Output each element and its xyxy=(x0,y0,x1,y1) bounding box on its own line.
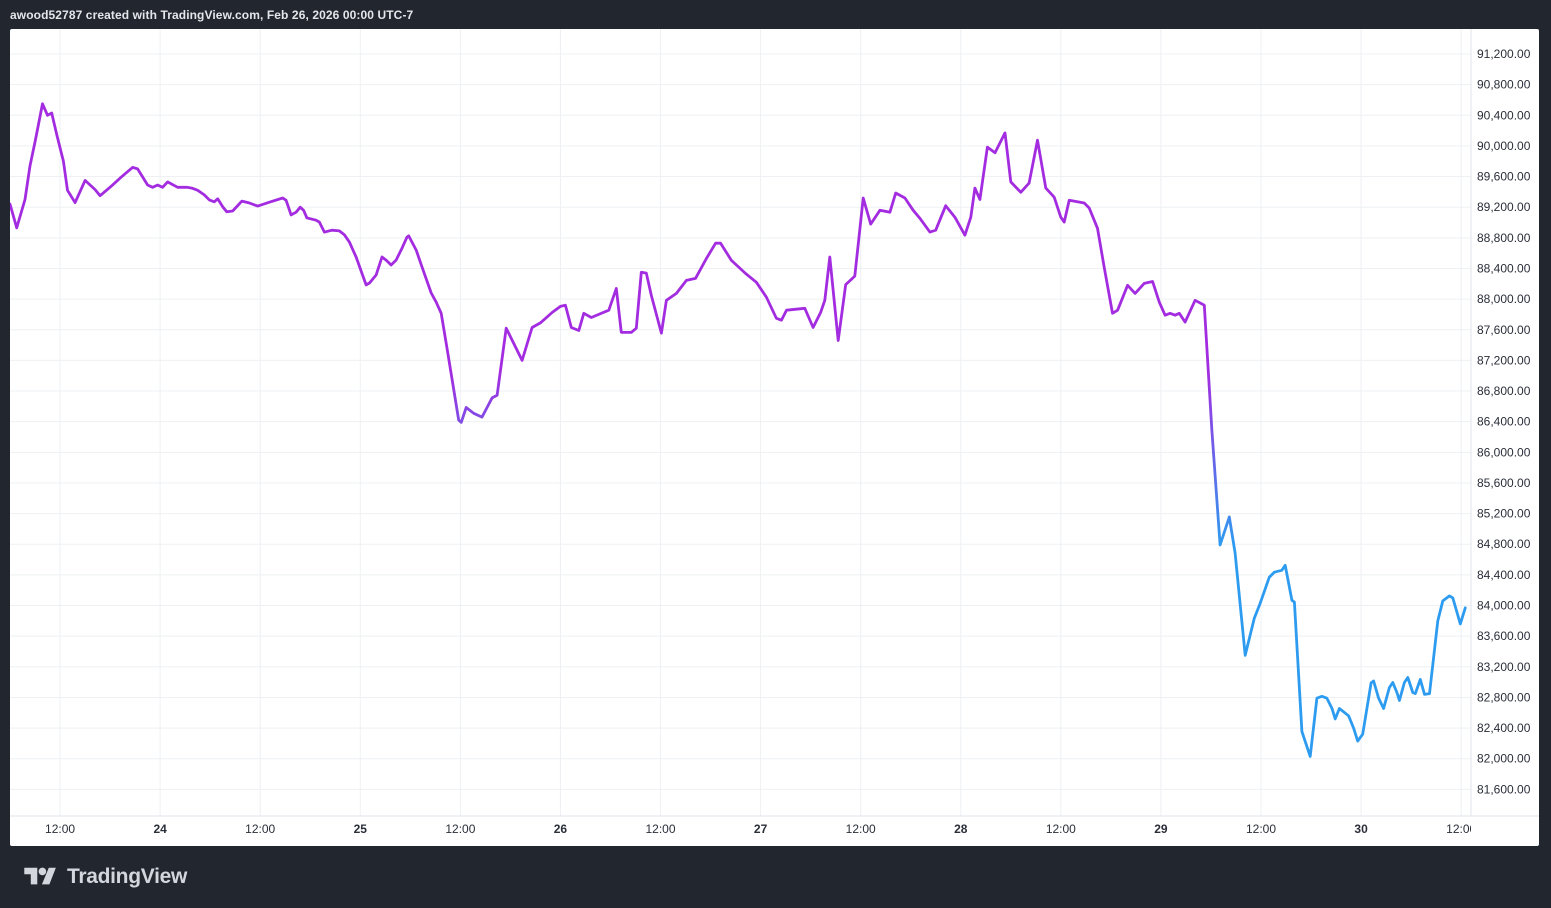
tradingview-brand-text: TradingView xyxy=(67,865,187,889)
time-tick-label: 29 xyxy=(1154,822,1168,836)
price-tick-label: 87,600.00 xyxy=(1477,323,1531,337)
price-tick-label: 84,800.00 xyxy=(1477,537,1531,551)
price-axis-labels[interactable]: 91,200.00 90,800.00 90,400.00 90,000.00 89,6… xyxy=(1477,47,1531,796)
time-tick-label: 24 xyxy=(153,822,167,836)
price-tick-label: 90,000.00 xyxy=(1477,139,1531,153)
time-axis-labels[interactable]: 12:00 24 12:00 25 12:00 26 12:00 27 12:00 28 12:00… xyxy=(45,822,1476,836)
bottom-brand-bar: TradingView xyxy=(0,846,1551,908)
tradingview-logo-icon xyxy=(24,864,58,890)
price-tick-label: 85,600.00 xyxy=(1477,476,1531,490)
price-tick-label: 84,400.00 xyxy=(1477,568,1531,582)
price-tick-label: 89,600.00 xyxy=(1477,170,1531,184)
time-tick-label: 12:00 xyxy=(646,822,676,836)
price-chart[interactable]: 12:00 24 12:00 25 12:00 26 12:00 27 12:00 28 12:00… xyxy=(10,29,1539,846)
time-tick-label: 12:00 xyxy=(45,822,75,836)
time-tick-label: 12:00 xyxy=(1446,822,1476,836)
time-tick-label: 30 xyxy=(1354,822,1368,836)
top-attribution-bar: awood52787 created with TradingView.com,… xyxy=(0,0,1551,29)
time-tick-label: 12:00 xyxy=(245,822,275,836)
time-tick-label: 12:00 xyxy=(846,822,876,836)
price-tick-label: 83,600.00 xyxy=(1477,629,1531,643)
price-tick-label: 88,000.00 xyxy=(1477,292,1531,306)
time-tick-label: 12:00 xyxy=(445,822,475,836)
price-tick-label: 91,200.00 xyxy=(1477,47,1531,61)
price-tick-label: 87,200.00 xyxy=(1477,353,1531,367)
price-tick-label: 81,600.00 xyxy=(1477,782,1531,796)
tradingview-logo[interactable]: TradingView xyxy=(24,864,187,890)
price-tick-label: 85,200.00 xyxy=(1477,507,1531,521)
grid-lines xyxy=(10,29,1471,816)
price-tick-label: 89,200.00 xyxy=(1477,200,1531,214)
price-line-series[interactable] xyxy=(10,104,1465,757)
axis-separators xyxy=(10,29,1539,816)
price-tick-label: 84,000.00 xyxy=(1477,599,1531,613)
price-tick-label: 86,400.00 xyxy=(1477,415,1531,429)
chart-panel: 12:00 24 12:00 25 12:00 26 12:00 27 12:00 28 12:00… xyxy=(10,29,1539,846)
price-tick-label: 88,800.00 xyxy=(1477,231,1531,245)
price-tick-label: 86,000.00 xyxy=(1477,445,1531,459)
time-tick-label: 25 xyxy=(354,822,368,836)
price-tick-label: 82,800.00 xyxy=(1477,690,1531,704)
attribution-text: awood52787 created with TradingView.com,… xyxy=(10,8,413,22)
time-tick-label: 28 xyxy=(954,822,968,836)
time-tick-label: 12:00 xyxy=(1246,822,1276,836)
price-tick-label: 90,800.00 xyxy=(1477,78,1531,92)
time-tick-label: 26 xyxy=(554,822,568,836)
price-tick-label: 88,400.00 xyxy=(1477,261,1531,275)
price-tick-label: 82,400.00 xyxy=(1477,721,1531,735)
price-tick-label: 82,000.00 xyxy=(1477,752,1531,766)
time-tick-label: 12:00 xyxy=(1046,822,1076,836)
price-tick-label: 83,200.00 xyxy=(1477,660,1531,674)
price-tick-label: 86,800.00 xyxy=(1477,384,1531,398)
time-tick-label: 27 xyxy=(754,822,768,836)
price-tick-label: 90,400.00 xyxy=(1477,108,1531,122)
